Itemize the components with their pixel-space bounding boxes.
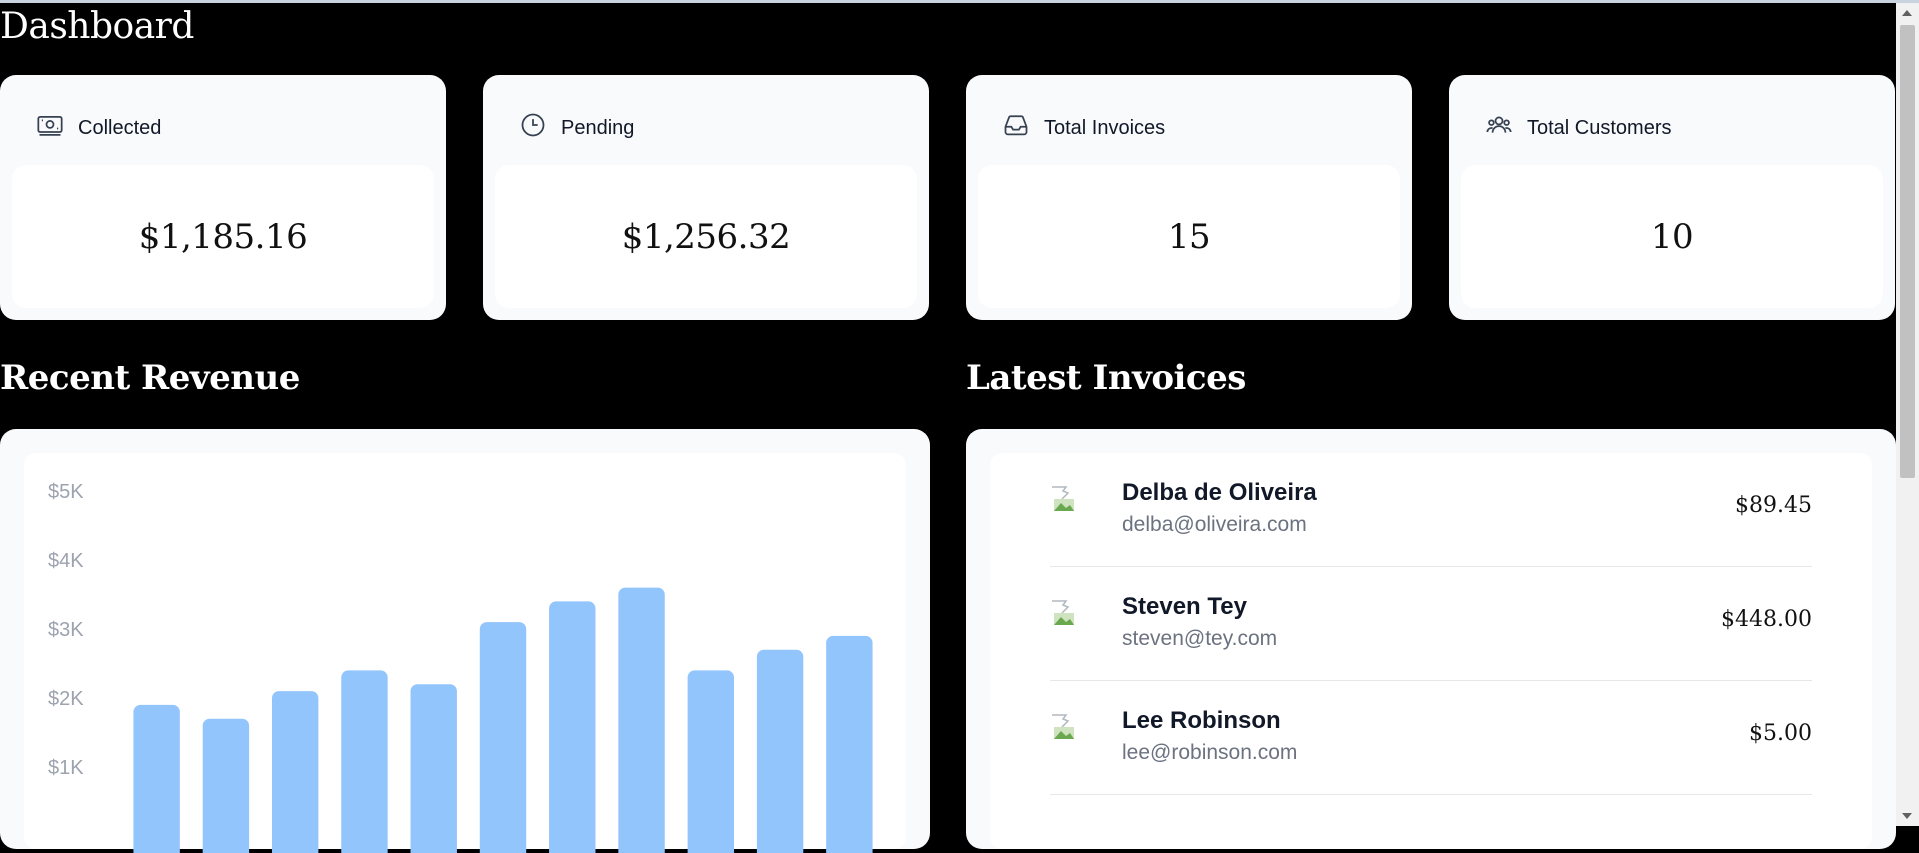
y-axis-tick-label: $1K [48,757,84,779]
revenue-bar [826,635,873,853]
clock-icon [519,111,547,145]
customer-email: lee@robinson.com [1122,741,1298,764]
inbox-icon [1002,111,1030,145]
card-value: 15 [978,165,1400,308]
revenue-chart: $5K $4K $3K $2K $1K [48,481,873,853]
revenue-bar [271,691,319,853]
y-axis-tick-label: $3K [48,619,84,641]
revenue-bar [410,684,457,853]
card-value: $1,185.16 [12,165,434,308]
invoices-list: Delba de Oliveira delba@oliveira.com $89… [990,453,1872,849]
card-header: Collected [36,111,161,145]
revenue-bar [618,587,665,853]
invoice-amount: $448.00 [1721,607,1812,632]
revenue-chart-container: $5K $4K $3K $2K $1K [24,453,906,853]
card-value: $1,256.32 [495,165,917,308]
y-axis-tick-label: $4K [48,550,84,572]
customer-name: Delba de Oliveira [1122,479,1317,506]
customer-name: Steven Tey [1122,593,1247,620]
card-pending: Pending $1,256.32 [483,75,929,320]
customer-email: steven@tey.com [1122,627,1278,650]
invoice-amount: $89.45 [1735,493,1812,518]
revenue-bar [549,601,596,853]
card-header: Pending [519,111,634,145]
list-item[interactable]: Steven Tey steven@tey.com $448.00 [1050,567,1812,681]
card-header: Total Invoices [1002,111,1165,145]
list-item[interactable]: Delba de Oliveira delba@oliveira.com $89… [1050,453,1812,567]
avatar [1050,713,1078,741]
card-header: Total Customers [1485,111,1672,145]
dashboard-page: Dashboard Collected $1,185.16 Pending $1… [0,0,1896,853]
banknotes-icon [36,111,64,145]
card-label: Pending [561,116,635,139]
card-label: Collected [78,116,162,139]
invoices-section-title: Latest Invoices [966,358,1246,398]
scroll-up-arrow-icon[interactable] [1902,10,1912,16]
list-item[interactable]: Lee Robinson lee@robinson.com $5.00 [1050,681,1812,795]
page-title: Dashboard [0,6,194,47]
revenue-bar [202,718,250,853]
avatar [1050,599,1078,627]
revenue-section-title: Recent Revenue [0,358,300,398]
revenue-bar [133,704,180,853]
scroll-down-arrow-icon[interactable] [1902,813,1912,819]
y-axis-tick-label: $5K [48,481,84,503]
card-collected: Collected $1,185.16 [0,75,446,320]
card-value: 10 [1461,165,1883,308]
revenue-bar [479,622,527,853]
avatar [1050,485,1078,513]
y-axis-tick-label: $2K [48,688,84,710]
card-total-invoices: Total Invoices 15 [966,75,1412,320]
card-label: Total Customers [1527,116,1672,139]
customer-email: delba@oliveira.com [1122,513,1307,536]
page-scrollbar[interactable] [1896,3,1919,826]
card-total-customers: Total Customers 10 [1449,75,1895,320]
card-label: Total Invoices [1044,116,1166,139]
scrollbar-thumb[interactable] [1900,25,1915,478]
revenue-panel: $5K $4K $3K $2K $1K [0,429,930,853]
invoices-panel: Delba de Oliveira delba@oliveira.com $89… [966,429,1896,849]
user-group-icon [1485,111,1513,145]
revenue-bar [756,649,804,853]
invoice-amount: $5.00 [1749,721,1812,746]
customer-name: Lee Robinson [1122,707,1281,734]
